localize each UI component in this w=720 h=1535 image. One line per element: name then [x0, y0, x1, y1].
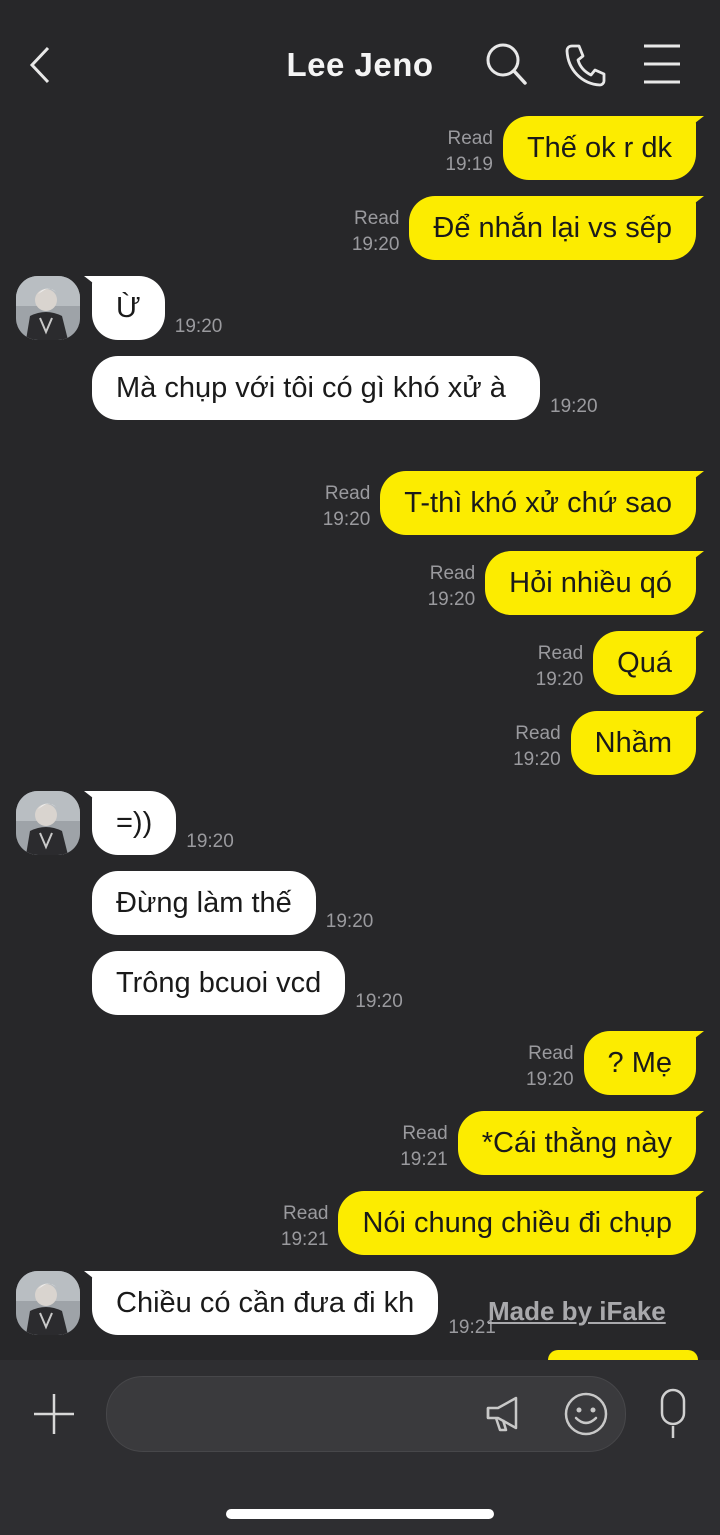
voice-button[interactable] [652, 1386, 694, 1442]
message-row-outgoing: Read 19:20 T-thì khó xử chứ sao [322, 471, 704, 535]
message-text: Quá [617, 647, 672, 679]
search-button[interactable] [482, 38, 530, 90]
message-row-outgoing: Read 19:20 Hỏi nhiều qó [427, 551, 704, 615]
message-row-outgoing: Read 19:19 Thế ok r dk [445, 116, 704, 180]
message-meta: Read 19:19 [445, 128, 493, 175]
message-meta: Read 19:20 [351, 208, 400, 255]
message-bubble[interactable]: Quá [593, 631, 704, 695]
avatar-image [16, 1271, 80, 1335]
message-text: Chiều có cần đưa đi kh [116, 1287, 415, 1319]
message-text: Hỏi nhiều qó [509, 567, 672, 599]
avatar-image [16, 791, 80, 855]
chat-title: Lee Jeno [286, 46, 434, 83]
message-row-outgoing: Read 19:20 Nhầm [513, 711, 704, 775]
message-row-outgoing: Read 19:20 Để nhắn lại vs sếp [351, 196, 704, 260]
message-meta: Read 19:20 [427, 563, 476, 610]
message-text: T-thì khó xử chứ sao [404, 487, 672, 519]
message-bubble[interactable]: Ừ [84, 276, 165, 340]
message-time: 19:20 [325, 911, 374, 932]
message-bubble[interactable]: =)) [84, 791, 177, 855]
message-meta: Read 19:20 [525, 1043, 574, 1090]
message-text: Nói chung chiều đi chụp [362, 1207, 672, 1239]
avatar-image [16, 276, 80, 340]
message-bubble[interactable]: Hỏi nhiều qó [485, 551, 704, 615]
message-text: =)) [116, 807, 153, 839]
message-text: Nhầm [594, 727, 672, 759]
message-text: ? Mẹ [607, 1047, 672, 1079]
message-bubble[interactable]: ? Mẹ [583, 1031, 704, 1095]
message-bubble[interactable]: Trông bcuoi vcd [92, 951, 346, 1015]
message-row-outgoing: Read 19:21 *Cái thằng này [400, 1111, 704, 1175]
message-meta: Read 19:20 [322, 483, 371, 530]
message-bubble[interactable]: Thế ok r dk [502, 116, 704, 180]
message-meta: Read 19:21 [400, 1123, 448, 1170]
menu-button[interactable] [638, 38, 686, 90]
avatar[interactable] [16, 791, 80, 855]
message-time: 19:20 [550, 396, 598, 417]
message-text: Thế ok r dk [526, 132, 672, 164]
message-meta: Read 19:20 [535, 643, 584, 690]
message-bubble[interactable]: *Cái thằng này [457, 1111, 704, 1175]
avatar[interactable] [16, 276, 80, 340]
message-time: 19:20 [355, 991, 403, 1012]
plus-icon [34, 1394, 74, 1434]
attach-button[interactable] [30, 1390, 78, 1438]
message-row-outgoing: Read 19:20 ? Mẹ [525, 1031, 704, 1095]
message-row-outgoing: Read 19:20 Quá [535, 631, 704, 695]
call-button[interactable] [560, 38, 608, 90]
message-text: Ừ [116, 292, 141, 324]
message-time: 19:20 [186, 831, 234, 852]
message-input[interactable] [106, 1376, 626, 1452]
shout-button[interactable] [482, 1392, 526, 1436]
microphone-icon [660, 1388, 686, 1438]
megaphone-icon [486, 1396, 518, 1432]
message-row-outgoing: Read 19:21 Nói chung chiều đi chụp [280, 1191, 704, 1255]
message-time: 19:20 [174, 316, 223, 337]
menu-icon [644, 44, 680, 84]
message-text: Đừng làm thế [116, 887, 292, 919]
message-meta: Read 19:21 [280, 1203, 329, 1250]
message-bubble[interactable]: Để nhắn lại vs sếp [409, 196, 704, 260]
message-text: Mà chụp với tôi có gì khó xử à [116, 372, 506, 404]
watermark: Made by iFake [488, 1296, 666, 1326]
chat-header: Lee Jeno [0, 0, 720, 120]
avatar[interactable] [16, 1271, 80, 1335]
partial-message-bubble [548, 1350, 698, 1360]
message-bubble[interactable]: T-thì khó xử chứ sao [380, 471, 704, 535]
search-icon [486, 43, 527, 85]
message-row-incoming: Chiều có cần đưa đi kh 19:21 [84, 1271, 496, 1338]
message-bubble[interactable]: Nhầm [570, 711, 704, 775]
phone-icon [565, 44, 606, 87]
message-bubble[interactable]: Nói chung chiều đi chụp [338, 1191, 704, 1255]
message-text: Để nhắn lại vs sếp [433, 212, 672, 244]
home-indicator[interactable] [226, 1509, 494, 1519]
message-row-incoming: Đừng làm thế 19:20 [92, 871, 373, 935]
emoji-icon [564, 1392, 608, 1436]
message-bubble[interactable]: Chiều có cần đưa đi kh [84, 1271, 439, 1335]
message-row-incoming: Mà chụp với tôi có gì khó xử à 19:20 [92, 356, 598, 420]
message-row-incoming: =)) 19:20 [84, 791, 234, 855]
emoji-button[interactable] [562, 1390, 610, 1438]
message-text: Trông bcuoi vcd [116, 967, 322, 999]
message-bubble[interactable]: Đừng làm thế [92, 871, 316, 935]
message-text: *Cái thằng này [481, 1127, 672, 1159]
message-meta: Read 19:20 [513, 723, 561, 770]
message-row-incoming: Ừ 19:20 [84, 276, 223, 340]
message-row-incoming: Trông bcuoi vcd 19:20 [92, 951, 403, 1015]
message-bubble[interactable]: Mà chụp với tôi có gì khó xử à [92, 356, 540, 420]
